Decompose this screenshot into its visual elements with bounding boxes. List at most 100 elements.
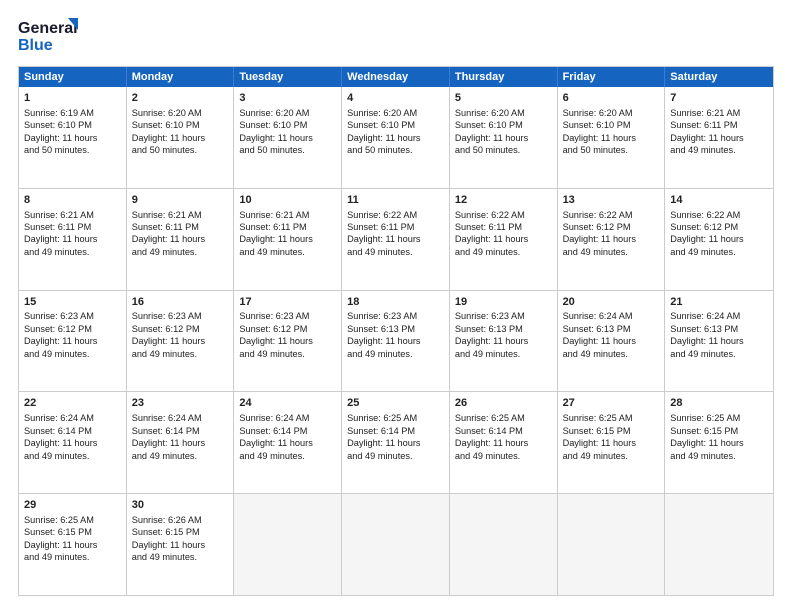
day-info-line: Daylight: 11 hours: [132, 233, 229, 245]
day-number: 22: [24, 396, 121, 411]
day-info-line: Daylight: 11 hours: [563, 335, 660, 347]
day-cell-8: 8Sunrise: 6:21 AMSunset: 6:11 PMDaylight…: [19, 189, 127, 290]
day-cell-4: 4Sunrise: 6:20 AMSunset: 6:10 PMDaylight…: [342, 87, 450, 188]
day-number: 7: [670, 91, 768, 106]
day-info-line: and 49 minutes.: [670, 450, 768, 462]
day-number: 28: [670, 396, 768, 411]
empty-cell: [450, 494, 558, 595]
day-number: 16: [132, 295, 229, 310]
day-number: 17: [239, 295, 336, 310]
day-info-line: Sunrise: 6:20 AM: [455, 107, 552, 119]
day-info-line: Daylight: 11 hours: [670, 335, 768, 347]
day-info-line: Sunset: 6:14 PM: [347, 425, 444, 437]
empty-cell: [558, 494, 666, 595]
day-number: 6: [563, 91, 660, 106]
calendar: SundayMondayTuesdayWednesdayThursdayFrid…: [18, 66, 774, 596]
day-number: 9: [132, 193, 229, 208]
day-info-line: Daylight: 11 hours: [24, 335, 121, 347]
day-number: 15: [24, 295, 121, 310]
day-info-line: Daylight: 11 hours: [24, 132, 121, 144]
day-cell-5: 5Sunrise: 6:20 AMSunset: 6:10 PMDaylight…: [450, 87, 558, 188]
day-number: 26: [455, 396, 552, 411]
day-info-line: Daylight: 11 hours: [239, 132, 336, 144]
day-info-line: Sunset: 6:11 PM: [239, 221, 336, 233]
day-info-line: Sunrise: 6:20 AM: [563, 107, 660, 119]
day-info-line: and 49 minutes.: [455, 450, 552, 462]
day-info-line: and 49 minutes.: [239, 348, 336, 360]
day-number: 12: [455, 193, 552, 208]
header-day-saturday: Saturday: [665, 67, 773, 87]
day-info-line: Sunrise: 6:24 AM: [132, 412, 229, 424]
day-info-line: and 49 minutes.: [132, 450, 229, 462]
day-info-line: and 49 minutes.: [132, 246, 229, 258]
day-info-line: Sunset: 6:15 PM: [670, 425, 768, 437]
day-cell-30: 30Sunrise: 6:26 AMSunset: 6:15 PMDayligh…: [127, 494, 235, 595]
day-number: 4: [347, 91, 444, 106]
day-info-line: Sunset: 6:12 PM: [24, 323, 121, 335]
day-info-line: Daylight: 11 hours: [563, 233, 660, 245]
day-info-line: Sunrise: 6:25 AM: [24, 514, 121, 526]
day-cell-1: 1Sunrise: 6:19 AMSunset: 6:10 PMDaylight…: [19, 87, 127, 188]
day-info-line: Daylight: 11 hours: [132, 335, 229, 347]
day-info-line: Sunrise: 6:25 AM: [347, 412, 444, 424]
day-info-line: Daylight: 11 hours: [239, 233, 336, 245]
day-info-line: Sunrise: 6:23 AM: [347, 310, 444, 322]
day-info-line: and 50 minutes.: [132, 144, 229, 156]
day-info-line: and 49 minutes.: [563, 246, 660, 258]
day-info-line: Sunrise: 6:25 AM: [670, 412, 768, 424]
day-cell-18: 18Sunrise: 6:23 AMSunset: 6:13 PMDayligh…: [342, 291, 450, 392]
day-info-line: and 49 minutes.: [563, 348, 660, 360]
day-info-line: Sunrise: 6:21 AM: [132, 209, 229, 221]
day-cell-28: 28Sunrise: 6:25 AMSunset: 6:15 PMDayligh…: [665, 392, 773, 493]
day-info-line: and 50 minutes.: [24, 144, 121, 156]
empty-cell: [234, 494, 342, 595]
calendar-body: 1Sunrise: 6:19 AMSunset: 6:10 PMDaylight…: [19, 87, 773, 595]
day-info-line: Sunset: 6:13 PM: [347, 323, 444, 335]
day-info-line: Daylight: 11 hours: [563, 132, 660, 144]
day-info-line: and 49 minutes.: [24, 246, 121, 258]
day-cell-25: 25Sunrise: 6:25 AMSunset: 6:14 PMDayligh…: [342, 392, 450, 493]
day-info-line: Daylight: 11 hours: [132, 437, 229, 449]
calendar-row-4: 22Sunrise: 6:24 AMSunset: 6:14 PMDayligh…: [19, 391, 773, 493]
day-info-line: Daylight: 11 hours: [347, 335, 444, 347]
svg-text:General: General: [18, 20, 78, 37]
day-info-line: Sunset: 6:14 PM: [455, 425, 552, 437]
day-cell-27: 27Sunrise: 6:25 AMSunset: 6:15 PMDayligh…: [558, 392, 666, 493]
day-info-line: Sunset: 6:12 PM: [239, 323, 336, 335]
calendar-row-1: 1Sunrise: 6:19 AMSunset: 6:10 PMDaylight…: [19, 87, 773, 188]
day-info-line: Sunrise: 6:23 AM: [132, 310, 229, 322]
day-info-line: Daylight: 11 hours: [24, 539, 121, 551]
day-cell-3: 3Sunrise: 6:20 AMSunset: 6:10 PMDaylight…: [234, 87, 342, 188]
day-info-line: and 49 minutes.: [455, 246, 552, 258]
day-info-line: Sunrise: 6:25 AM: [455, 412, 552, 424]
day-number: 13: [563, 193, 660, 208]
day-info-line: Sunset: 6:13 PM: [455, 323, 552, 335]
day-cell-9: 9Sunrise: 6:21 AMSunset: 6:11 PMDaylight…: [127, 189, 235, 290]
day-info-line: Daylight: 11 hours: [455, 437, 552, 449]
day-info-line: Daylight: 11 hours: [347, 233, 444, 245]
header-day-monday: Monday: [127, 67, 235, 87]
day-number: 25: [347, 396, 444, 411]
day-info-line: and 49 minutes.: [132, 551, 229, 563]
day-info-line: Sunset: 6:14 PM: [239, 425, 336, 437]
day-cell-20: 20Sunrise: 6:24 AMSunset: 6:13 PMDayligh…: [558, 291, 666, 392]
day-info-line: Daylight: 11 hours: [132, 539, 229, 551]
day-number: 1: [24, 91, 121, 106]
day-info-line: Daylight: 11 hours: [670, 437, 768, 449]
day-cell-11: 11Sunrise: 6:22 AMSunset: 6:11 PMDayligh…: [342, 189, 450, 290]
header-day-friday: Friday: [558, 67, 666, 87]
day-info-line: Sunrise: 6:24 AM: [24, 412, 121, 424]
day-info-line: Sunset: 6:12 PM: [563, 221, 660, 233]
day-info-line: Sunset: 6:10 PM: [24, 119, 121, 131]
day-number: 18: [347, 295, 444, 310]
svg-text:Blue: Blue: [18, 37, 53, 54]
day-info-line: and 50 minutes.: [455, 144, 552, 156]
day-info-line: Sunset: 6:10 PM: [455, 119, 552, 131]
day-cell-15: 15Sunrise: 6:23 AMSunset: 6:12 PMDayligh…: [19, 291, 127, 392]
empty-cell: [665, 494, 773, 595]
day-cell-10: 10Sunrise: 6:21 AMSunset: 6:11 PMDayligh…: [234, 189, 342, 290]
day-cell-29: 29Sunrise: 6:25 AMSunset: 6:15 PMDayligh…: [19, 494, 127, 595]
day-number: 2: [132, 91, 229, 106]
day-info-line: Sunset: 6:15 PM: [132, 526, 229, 538]
day-info-line: Sunset: 6:11 PM: [132, 221, 229, 233]
